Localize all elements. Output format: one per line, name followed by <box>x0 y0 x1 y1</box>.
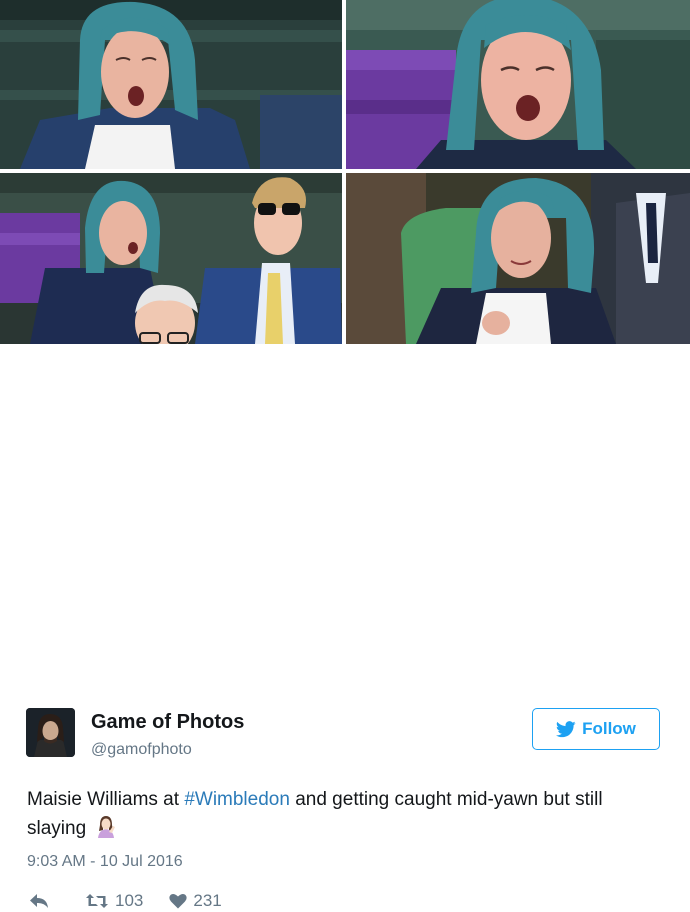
photo-3[interactable] <box>0 173 342 344</box>
photo-4[interactable] <box>346 173 690 344</box>
photo-2[interactable] <box>346 0 690 169</box>
like-button[interactable]: 231 <box>169 891 222 911</box>
heart-icon <box>169 894 188 909</box>
user-display-name[interactable]: Game of Photos <box>91 711 244 734</box>
tweet-card: Game of Photos @gamofphoto Follow Maisie… <box>0 344 690 910</box>
avatar[interactable] <box>26 708 75 757</box>
retweet-icon <box>86 894 108 908</box>
like-count: 231 <box>193 891 222 910</box>
user-handle[interactable]: @gamofphoto <box>91 741 192 759</box>
hashtag-link[interactable]: #Wimbledon <box>184 789 290 810</box>
twitter-bird-icon <box>556 720 576 737</box>
reply-icon <box>30 894 48 908</box>
reply-button[interactable] <box>29 893 55 909</box>
woman-tipping-hand-icon <box>94 814 118 847</box>
tweet-actions: 103 231 <box>29 890 222 912</box>
photo-1[interactable] <box>0 0 342 169</box>
tweet-text-start: Maisie Williams at <box>27 789 185 810</box>
follow-label: Follow <box>582 719 636 738</box>
retweet-count: 103 <box>115 891 144 910</box>
follow-button[interactable]: Follow <box>532 708 660 750</box>
photo-grid <box>0 0 690 344</box>
retweet-button[interactable]: 103 <box>85 891 143 911</box>
tweet-text: Maisie Williams at #Wimbledon and gettin… <box>27 785 663 847</box>
tweet-timestamp[interactable]: 9:03 AM - 10 Jul 2016 <box>27 853 183 871</box>
